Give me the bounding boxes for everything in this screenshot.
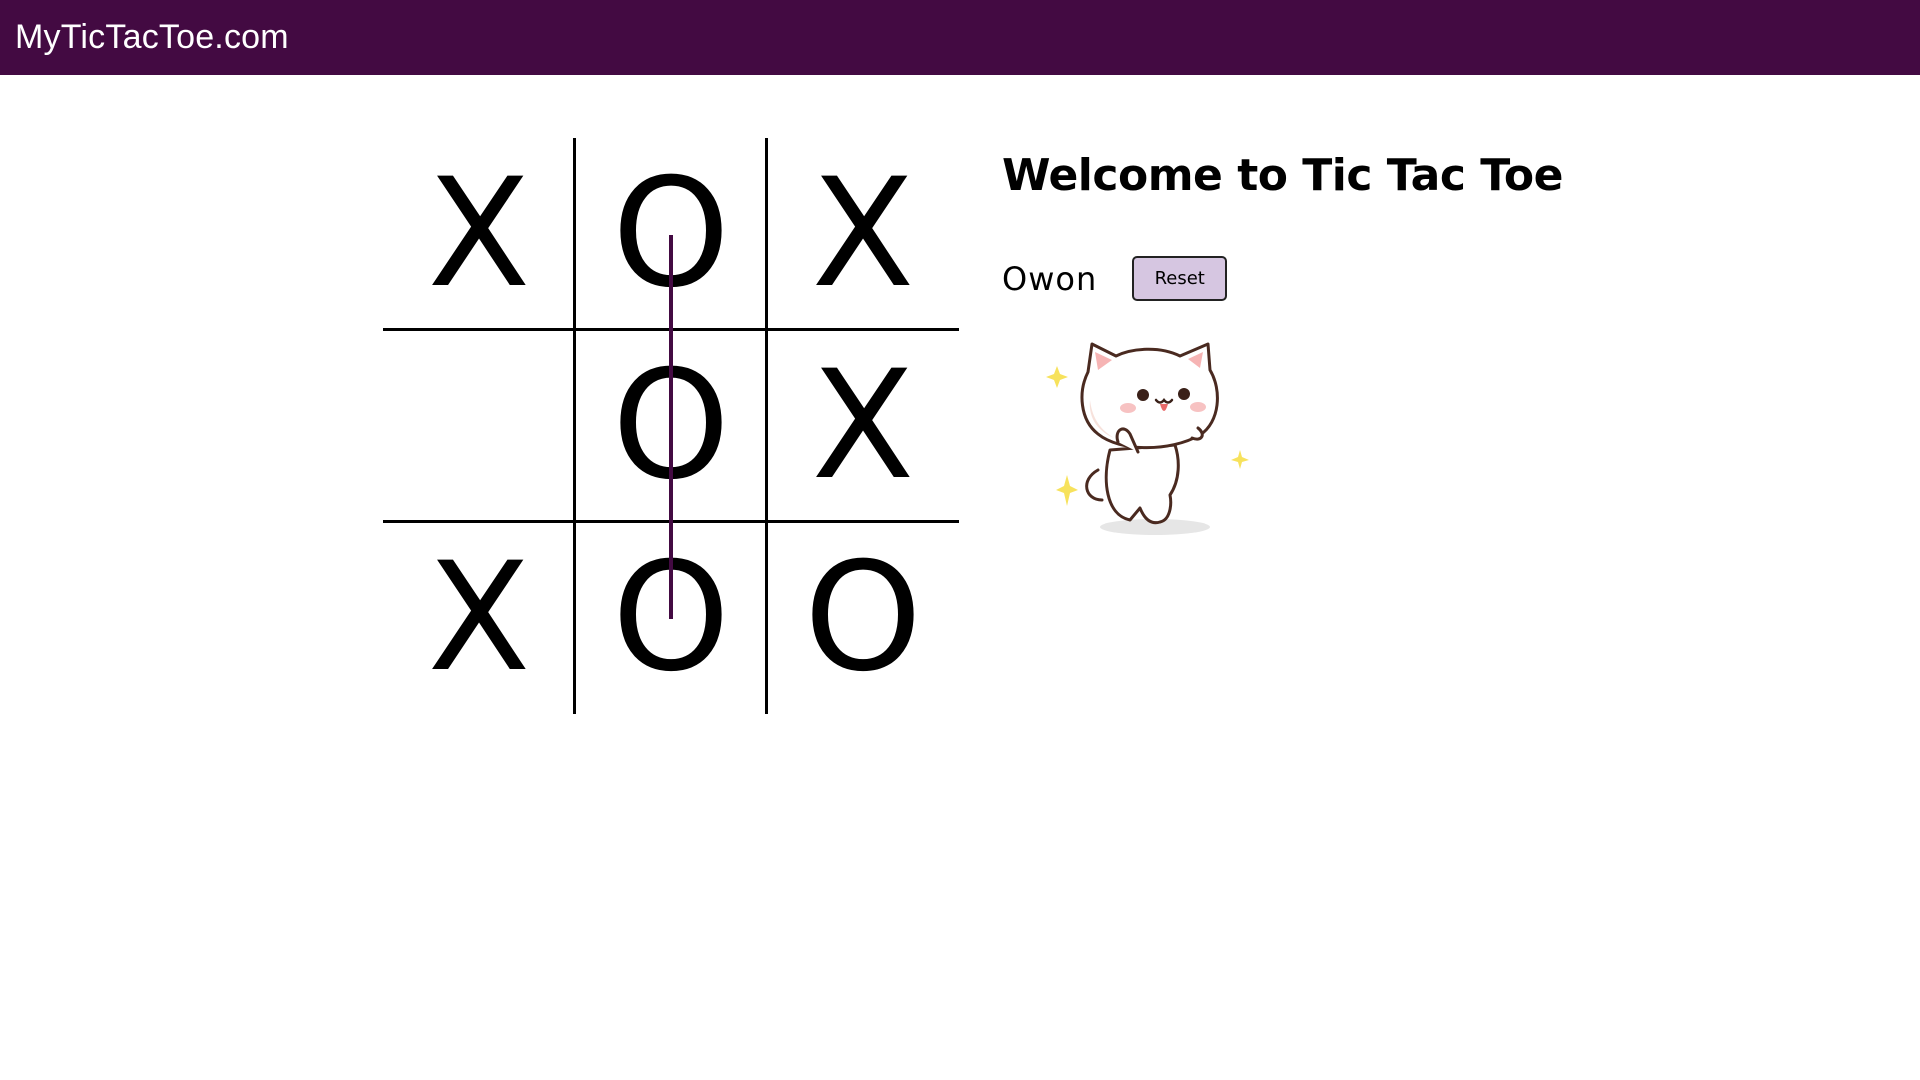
winning-line: [669, 235, 673, 619]
site-brand[interactable]: MyTicTacToe.com: [15, 18, 289, 57]
board-cell-4[interactable]: [383, 330, 575, 522]
info-panel: Welcome to Tic Tac Toe: [1002, 150, 1563, 201]
status-row: Owon Reset: [1002, 256, 1228, 301]
board-cell-9[interactable]: O: [767, 522, 959, 714]
reset-button[interactable]: Reset: [1132, 256, 1228, 301]
page-title: Welcome to Tic Tac Toe: [1002, 150, 1563, 201]
board-cell-3[interactable]: X: [767, 138, 959, 330]
game-status-text: Owon: [1002, 259, 1098, 298]
happy-cat-icon: [1040, 330, 1260, 540]
mascot-illustration: [1046, 342, 1249, 535]
board-cell-6[interactable]: X: [767, 330, 959, 522]
board-cell-1[interactable]: X: [383, 138, 575, 330]
board-cell-7[interactable]: X: [383, 522, 575, 714]
top-navbar: MyTicTacToe.com: [0, 0, 1920, 75]
